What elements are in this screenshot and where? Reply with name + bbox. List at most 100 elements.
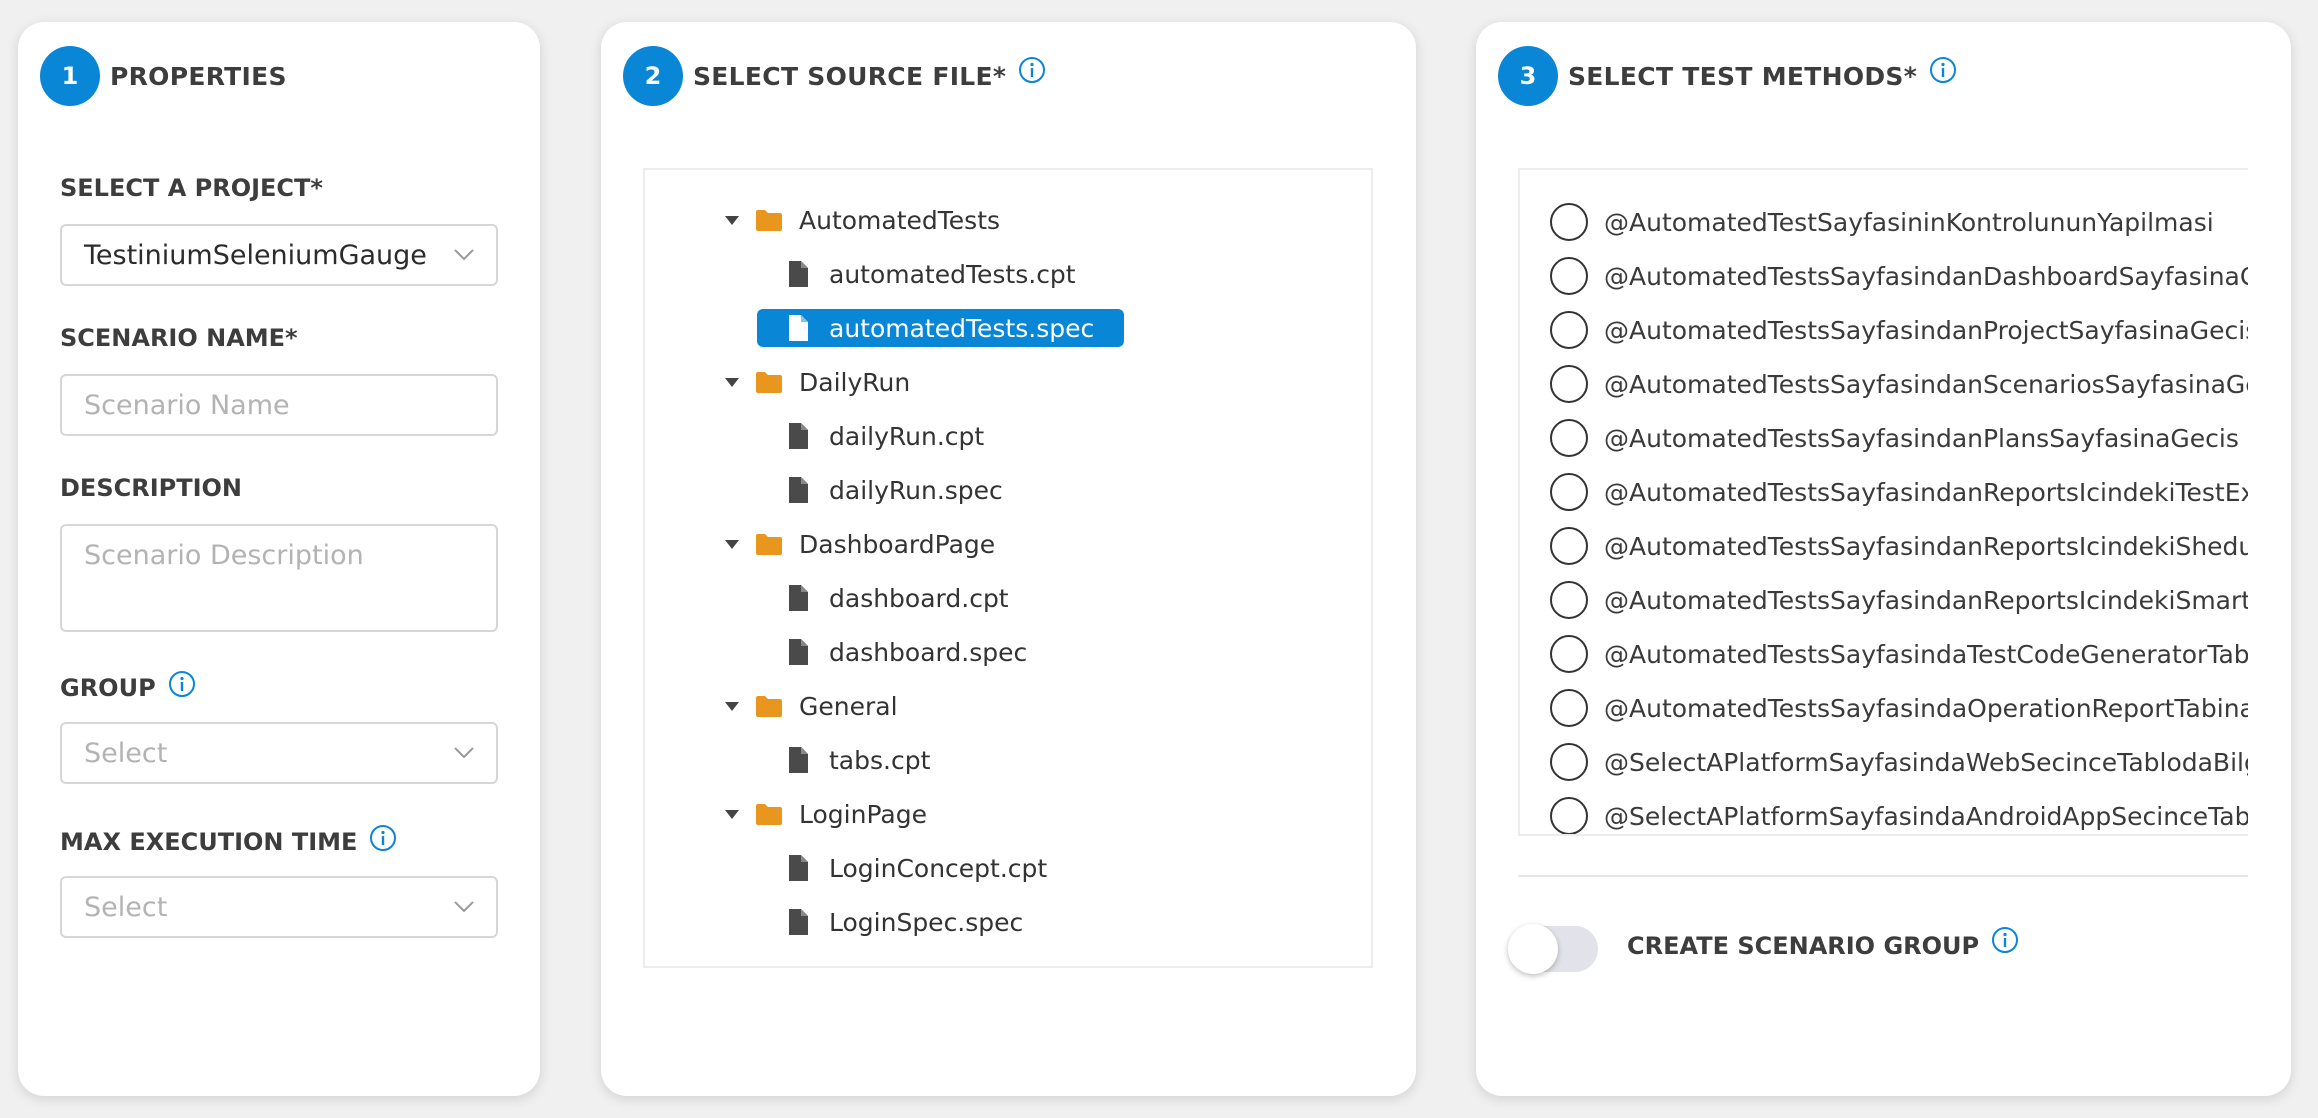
scenario-name-input[interactable]: Scenario Name [60,374,498,436]
tree-item-label: automatedTests.spec [829,313,1095,343]
radio-button[interactable] [1550,473,1588,511]
test-method-item[interactable]: @AutomatedTestsSayfasindanReportsIcindek… [1550,580,2248,620]
tree-item-label: General [799,691,898,721]
tree-file[interactable]: LoginSpec.spec [787,903,1023,941]
radio-button[interactable] [1550,257,1588,295]
description-label: DESCRIPTION [60,474,242,502]
tree-file[interactable]: tabs.cpt [787,741,930,779]
tree-item-label: LoginPage [799,799,927,829]
max-execution-label: MAX EXECUTION TIME [60,825,397,856]
radio-button[interactable] [1550,527,1588,565]
test-method-item[interactable]: @AutomatedTestsSayfasindaTestCodeGenerat… [1550,634,2248,674]
create-scenario-group-label: CREATE SCENARIO GROUP [1627,927,2019,960]
caret-down-icon[interactable] [723,805,741,823]
file-icon [789,315,808,341]
tree-file[interactable]: dashboard.spec [787,633,1027,671]
tree-file[interactable]: dashboard.cpt [787,579,1009,617]
info-icon[interactable] [369,824,397,852]
description-textarea[interactable]: Scenario Description [60,524,498,632]
info-icon[interactable] [1929,56,1957,84]
tree-folder[interactable]: DailyRun [723,363,910,401]
max-execution-select[interactable]: Select [60,876,498,938]
test-method-label: @SelectAPlatformSayfasindaWebSecinceTabl… [1604,747,2248,777]
folder-icon [756,372,782,393]
test-method-label: @AutomatedTestSayfasininKontrolununYapil… [1604,207,2214,237]
test-method-label: @AutomatedTestsSayfasindaTestCodeGenerat… [1604,639,2248,669]
scenario-name-placeholder: Scenario Name [84,389,290,421]
tree-folder[interactable]: LoginPage [723,795,927,833]
tree-file[interactable]: LoginConcept.cpt [787,849,1047,887]
info-icon[interactable] [1991,926,2019,954]
toggle-knob [1508,924,1558,974]
tree-item-label: dailyRun.spec [829,475,1003,505]
file-icon [789,747,808,773]
tree-item-label: LoginConcept.cpt [829,853,1048,883]
test-method-label: @AutomatedTestsSayfasindanPlansSayfasina… [1604,423,2239,453]
test-method-item[interactable]: @AutomatedTestsSayfasindanPlansSayfasina… [1550,418,2239,458]
radio-button[interactable] [1550,311,1588,349]
create-scenario-group-label-text: CREATE SCENARIO GROUP [1627,932,1980,960]
chevron-down-icon [454,249,474,261]
tree-item-label: LoginSpec.spec [829,907,1024,937]
properties-header: 1 PROPERTIES [40,46,287,106]
tree-file[interactable]: automatedTests.spec [757,309,1125,347]
file-tree[interactable]: AutomatedTests automatedTests.cpt automate… [643,168,1373,968]
test-method-item[interactable]: @AutomatedTestsSayfasindanScenariosSayfa… [1550,364,2248,404]
test-method-item[interactable]: @AutomatedTestsSayfasindaOperationReport… [1550,688,2248,728]
group-label-text: GROUP [60,674,156,702]
tree-item-label: DailyRun [799,367,911,397]
caret-down-icon[interactable] [723,211,741,229]
tree-file[interactable]: dailyRun.spec [787,471,1003,509]
test-method-item[interactable]: @AutomatedTestSayfasininKontrolununYapil… [1550,202,2214,242]
radio-button[interactable] [1550,203,1588,241]
tree-file[interactable]: automatedTests.cpt [787,255,1076,293]
radio-button[interactable] [1550,365,1588,403]
tree-item-label: AutomatedTests [799,205,1001,235]
test-method-item[interactable]: @AutomatedTestsSayfasindanReportsIcindek… [1550,526,2248,566]
properties-title: PROPERTIES [110,61,287,91]
source-file-title: SELECT SOURCE FILE* [693,61,1007,91]
caret-down-icon[interactable] [723,535,741,553]
radio-button[interactable] [1550,797,1588,834]
tree-item-label: automatedTests.cpt [829,259,1076,289]
create-scenario-group-toggle[interactable] [1508,924,1598,974]
chevron-down-icon [454,747,474,759]
tree-folder[interactable]: General [723,687,898,725]
tree-item-label: dailyRun.cpt [829,421,985,451]
tree-file[interactable]: dailyRun.cpt [787,417,984,455]
test-method-label: @SelectAPlatformSayfasindaAndroidAppSeci… [1604,801,2248,831]
test-method-label: @AutomatedTestsSayfasindanReportsIcindek… [1604,585,2248,615]
test-methods-panel: 3 SELECT TEST METHODS* @AutomatedTestSay… [1476,22,2291,1096]
test-methods-title: SELECT TEST METHODS* [1568,61,1918,91]
caret-down-icon[interactable] [723,697,741,715]
test-method-label: @AutomatedTestsSayfasindanScenariosSayfa… [1604,369,2248,399]
tree-folder[interactable]: AutomatedTests [723,201,1000,239]
test-method-item[interactable]: @AutomatedTestsSayfasindanDashboardSayfa… [1550,256,2248,296]
step-number-badge: 1 [40,46,100,106]
test-method-item[interactable]: @SelectAPlatformSayfasindaAndroidAppSeci… [1550,796,2248,834]
radio-button[interactable] [1550,581,1588,619]
file-icon [789,261,808,287]
file-icon [789,585,808,611]
test-methods-list[interactable]: @AutomatedTestSayfasininKontrolununYapil… [1518,168,2248,836]
test-method-item[interactable]: @SelectAPlatformSayfasindaWebSecinceTabl… [1550,742,2248,782]
scenario-name-label-text: SCENARIO NAME* [60,324,298,352]
test-method-item[interactable]: @AutomatedTestsSayfasindanReportsIcindek… [1550,472,2248,512]
project-select[interactable]: TestiniumSeleniumGauge [60,224,498,286]
radio-button[interactable] [1550,743,1588,781]
caret-down-icon[interactable] [723,373,741,391]
test-method-label: @AutomatedTestsSayfasindanReportsIcindek… [1604,477,2248,507]
radio-button[interactable] [1550,689,1588,727]
chevron-down-icon [454,901,474,913]
radio-button[interactable] [1550,419,1588,457]
info-icon[interactable] [1018,56,1046,84]
info-icon[interactable] [168,670,196,698]
max-execution-label-text: MAX EXECUTION TIME [60,828,358,856]
description-placeholder: Scenario Description [84,540,364,571]
test-method-label: @AutomatedTestsSayfasindanProjectSayfasi… [1604,315,2248,345]
radio-button[interactable] [1550,635,1588,673]
test-method-item[interactable]: @AutomatedTestsSayfasindanProjectSayfasi… [1550,310,2248,350]
tree-item-label: dashboard.spec [829,637,1028,667]
group-select[interactable]: Select [60,722,498,784]
tree-folder[interactable]: DashboardPage [723,525,995,563]
